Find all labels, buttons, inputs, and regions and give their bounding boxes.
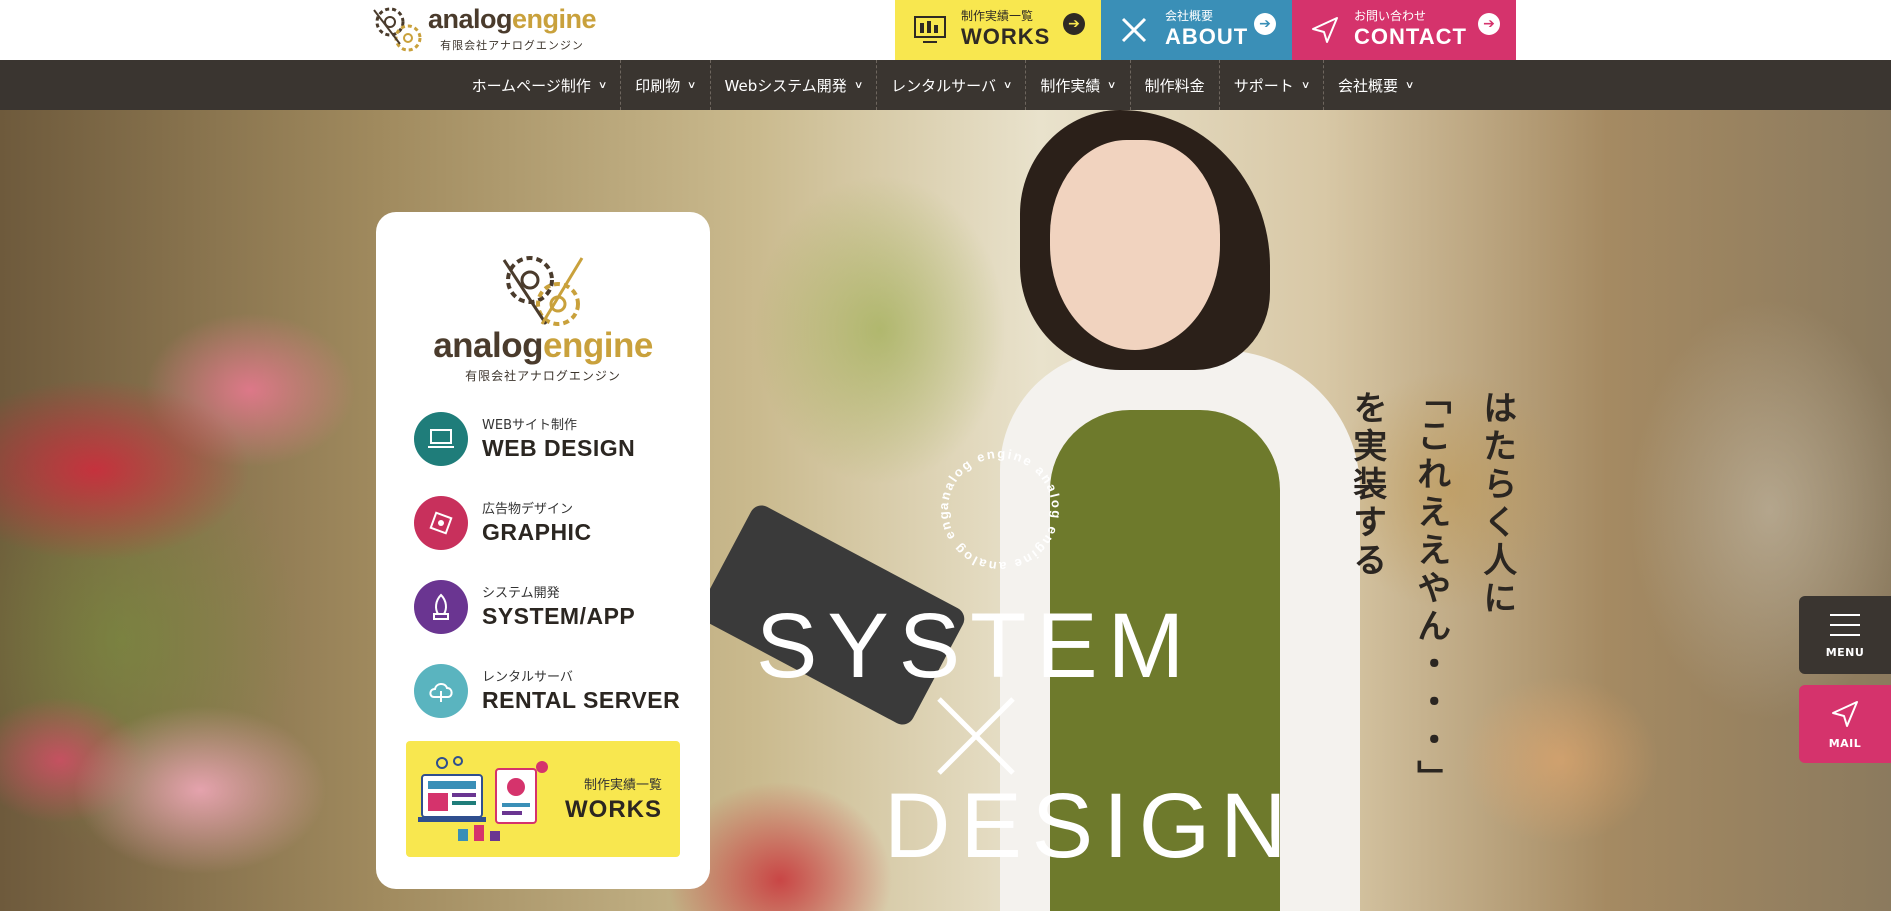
nav-item-support[interactable]: サポート ∨ <box>1218 60 1323 110</box>
gear-logo-icon <box>502 256 584 326</box>
print-icon <box>414 496 468 550</box>
card-logo[interactable]: analogengine 有限会社アナログエンジン <box>376 250 710 384</box>
contact-button-small: お問い合わせ <box>1354 9 1427 24</box>
works-button-small: 制作実績一覧 <box>961 9 1034 24</box>
chevron-down-icon: ∨ <box>853 79 864 91</box>
service-graphic-label: GRAPHIC <box>482 518 592 545</box>
contact-button-label: CONTACT <box>1354 24 1467 50</box>
card-logo-subtitle: 有限会社アナログエンジン <box>465 369 621 383</box>
card-works-button[interactable]: 制作実績一覧 WORKS <box>406 741 680 857</box>
times-icon <box>937 697 1015 775</box>
chevron-down-icon: ∨ <box>1404 79 1415 91</box>
chevron-down-icon: ∨ <box>1107 79 1117 91</box>
service-system-app[interactable]: システム開発 SYSTEM/APP <box>414 580 635 634</box>
header-contact-button[interactable]: お問い合わせ CONTACT ➔ <box>1292 0 1516 60</box>
service-graphic-small: 広告物デザイン <box>482 501 574 517</box>
hamburger-icon <box>1830 613 1860 636</box>
about-button-small: 会社概要 <box>1165 9 1214 24</box>
service-card: analogengine 有限会社アナログエンジン WEBサイト制作 WEB D… <box>376 212 710 889</box>
about-button-label: ABOUT <box>1165 24 1249 50</box>
header-logo[interactable]: analogengine 有限会社アナログエンジン <box>372 2 602 56</box>
side-menu-label: MENU <box>1825 645 1865 659</box>
arrow-right-icon: ➔ <box>1478 13 1500 35</box>
side-mail-label: MAIL <box>1828 736 1862 750</box>
arrow-right-icon: ➔ <box>1254 13 1276 35</box>
service-rental-small: レンタルサーバ <box>482 669 573 685</box>
service-web-design-label: WEB DESIGN <box>482 434 636 461</box>
rocket-icon <box>414 580 468 634</box>
nav-item-homepage[interactable]: ホームページ制作 ∨ <box>458 60 621 110</box>
laptop-icon <box>414 412 468 466</box>
chevron-down-icon: ∨ <box>597 79 608 91</box>
rotating-text-badge: analog engine analog engine analog engin… <box>930 440 1064 574</box>
nav-item-print[interactable]: 印刷物 ∨ <box>620 60 709 110</box>
service-web-design-small: WEBサイト制作 <box>482 417 577 433</box>
cloud-icon <box>414 664 468 718</box>
paper-plane-icon <box>1832 700 1858 727</box>
hero-tagline-3: を実装する <box>1346 390 1387 580</box>
works-button-label: WORKS <box>961 24 1051 50</box>
works-illustration-icon <box>418 756 548 841</box>
service-web-design[interactable]: WEBサイト制作 WEB DESIGN <box>414 412 635 466</box>
monitor-icon <box>914 16 946 43</box>
service-rental-label: RENTAL SERVER <box>482 686 681 713</box>
hero-section: analogengine 有限会社アナログエンジン WEBサイト制作 WEB D… <box>0 110 1891 911</box>
chevron-down-icon: ∨ <box>1002 79 1013 91</box>
chevron-down-icon: ∨ <box>687 79 697 91</box>
nav-item-works[interactable]: 制作実績 ∨ <box>1025 60 1129 110</box>
nav-item-pricing[interactable]: 制作料金 <box>1129 60 1219 110</box>
pencil-ruler-icon <box>1121 17 1147 43</box>
arrow-right-icon: ➔ <box>1063 13 1085 35</box>
hero-tagline-1: はたらく人に <box>1476 390 1517 618</box>
page: analogengine 有限会社アナログエンジン 制作実績一覧 WORKS ➔ <box>0 0 1891 911</box>
hero-title-system: SYSTEM <box>756 595 1195 697</box>
service-rental-server[interactable]: レンタルサーバ RENTAL SERVER <box>414 664 680 718</box>
card-works-small: 制作実績一覧 <box>583 778 662 793</box>
side-mail-button[interactable]: MAIL <box>1799 685 1891 763</box>
card-works-label: WORKS <box>565 796 662 823</box>
nav-item-rental-server[interactable]: レンタルサーバ ∨ <box>876 60 1025 110</box>
header-logo-subtitle: 有限会社アナログエンジン <box>440 38 584 52</box>
header-works-button[interactable]: 制作実績一覧 WORKS ➔ <box>895 0 1101 60</box>
nav-item-websystem[interactable]: Webシステム開発 ∨ <box>709 60 877 110</box>
svg-text:analog engine analog engine an: analog engine analog engine analog engin… <box>930 440 1064 574</box>
hero-tagline-2: 「これええやん・・・」 <box>1410 380 1451 798</box>
hero-title-design: DESIGN <box>884 775 1297 877</box>
top-header: analogengine 有限会社アナログエンジン 制作実績一覧 WORKS ➔ <box>0 0 1891 60</box>
chevron-down-icon: ∨ <box>1300 79 1311 91</box>
main-nav: ホームページ制作 ∨ 印刷物 ∨ Webシステム開発 ∨ レンタルサーバ ∨ 制作実績 ∨… <box>0 60 1891 110</box>
paper-plane-icon <box>1312 17 1338 43</box>
service-graphic[interactable]: 広告物デザイン GRAPHIC <box>414 496 592 550</box>
nav-item-company[interactable]: 会社概要 ∨ <box>1323 60 1427 110</box>
service-system-small: システム開発 <box>482 585 560 601</box>
card-logo-text: analogengine <box>433 326 653 365</box>
gear-logo-icon <box>373 7 422 52</box>
header-about-button[interactable]: 会社概要 ABOUT ➔ <box>1101 0 1292 60</box>
side-menu-button[interactable]: MENU <box>1799 596 1891 674</box>
header-logo-text: analogengine <box>428 3 597 34</box>
service-system-label: SYSTEM/APP <box>482 602 636 629</box>
